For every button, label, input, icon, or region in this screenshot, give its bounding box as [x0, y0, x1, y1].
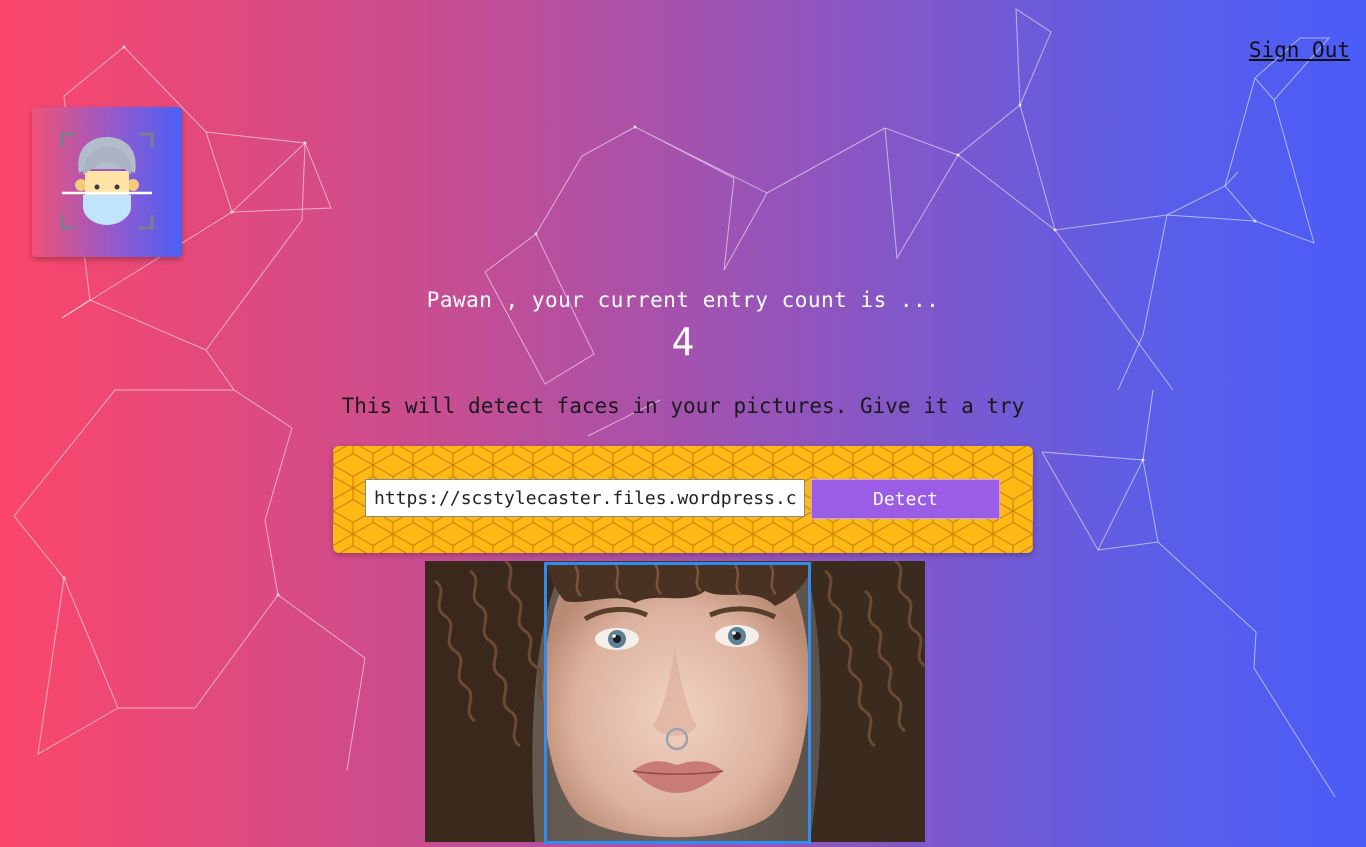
detect-button[interactable]: Detect: [811, 479, 1000, 519]
entry-count-value: 4: [671, 320, 695, 364]
image-url-input[interactable]: [365, 479, 805, 517]
app-logo: [32, 107, 182, 257]
page-tagline: This will detect faces in your pictures.…: [341, 394, 1025, 418]
entry-count-greeting: Pawan , your current entry count is ...: [426, 288, 940, 312]
image-link-form: Detect: [333, 446, 1033, 553]
sign-out-link[interactable]: Sign Out: [1249, 38, 1350, 62]
face-scan-icon: [60, 132, 154, 230]
face-bounding-box: [544, 562, 811, 844]
